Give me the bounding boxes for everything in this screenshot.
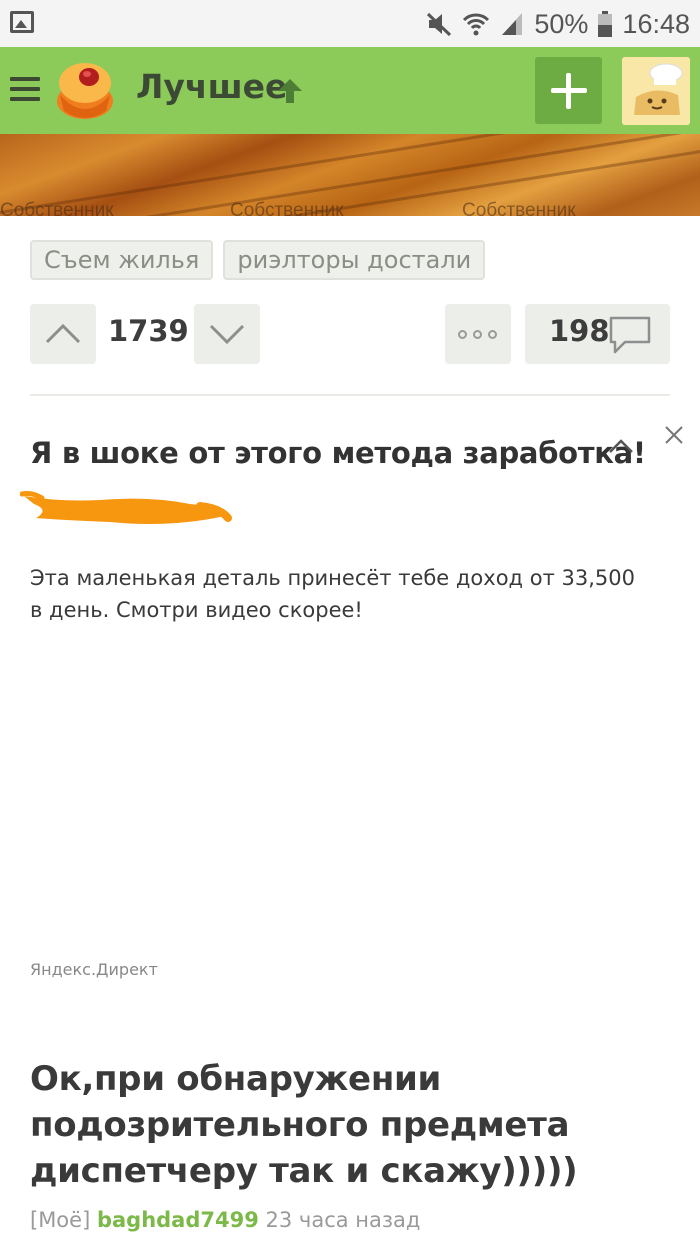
battery-percent: 50% <box>534 8 589 39</box>
tag-rent[interactable]: Съем жилья <box>30 240 214 280</box>
upvote-button[interactable] <box>30 304 96 364</box>
ad-description[interactable]: Эта маленькая деталь принесёт тебе доход… <box>30 562 650 626</box>
author-link[interactable]: baghdad7499 <box>97 1208 259 1232</box>
comment-bubble-icon <box>609 316 651 354</box>
avatar-icon <box>622 57 690 125</box>
more-dots-icon <box>473 330 482 339</box>
wifi-icon <box>463 13 490 36</box>
menu-icon[interactable] <box>10 77 40 101</box>
clock: 16:48 <box>622 8 690 39</box>
rating-value: 1739 <box>108 314 189 348</box>
signal-icon <box>502 13 523 35</box>
avatar[interactable] <box>622 57 690 125</box>
tag-realtors[interactable]: риэлторы достали <box>223 240 486 280</box>
chevron-down-icon <box>209 324 245 345</box>
watermark-text: Собственник <box>230 200 344 216</box>
logo-icon[interactable] <box>52 59 118 121</box>
comments-count: 198 <box>549 314 610 348</box>
more-options-button[interactable] <box>445 304 511 364</box>
redaction-scribble <box>20 491 232 524</box>
gallery-icon <box>10 11 34 33</box>
page-title[interactable]: Лучшее <box>136 67 287 106</box>
watermark-text: Собственник <box>462 200 576 216</box>
mine-label: [Моё] <box>30 1208 91 1232</box>
post-time: 23 часа назад <box>265 1208 421 1232</box>
app-bar: Лучшее <box>0 47 700 134</box>
collapse-icon[interactable] <box>607 436 635 456</box>
chevron-up-icon <box>45 323 81 344</box>
post-image[interactable]: Собственник Собственник Собственник <box>0 134 700 216</box>
close-icon[interactable] <box>663 424 685 446</box>
status-right: 50% 16:48 <box>426 6 690 42</box>
post-title[interactable]: Ок,при обнаружении подозрительного предм… <box>30 1056 650 1194</box>
status-bar: 50% 16:48 <box>0 0 700 47</box>
more-dots-icon <box>458 330 467 339</box>
downvote-button[interactable] <box>194 304 260 364</box>
more-dots-icon <box>488 330 497 339</box>
add-post-button[interactable] <box>535 57 602 124</box>
comments-button[interactable]: 198 <box>525 304 670 364</box>
watermark-text: Собственник <box>0 200 114 216</box>
ad-source-label[interactable]: Яндекс.Директ <box>30 960 158 979</box>
post-meta: [Моё] baghdad7499 23 часа назад <box>30 1208 420 1232</box>
arrow-up-icon[interactable] <box>276 77 304 105</box>
battery-icon <box>598 11 613 37</box>
ad-title[interactable]: Я в шоке от этого метода заработка! <box>30 436 646 470</box>
post-tags: Съем жилья риэлторы достали <box>30 240 486 280</box>
mute-icon <box>427 12 452 37</box>
divider <box>30 394 670 396</box>
